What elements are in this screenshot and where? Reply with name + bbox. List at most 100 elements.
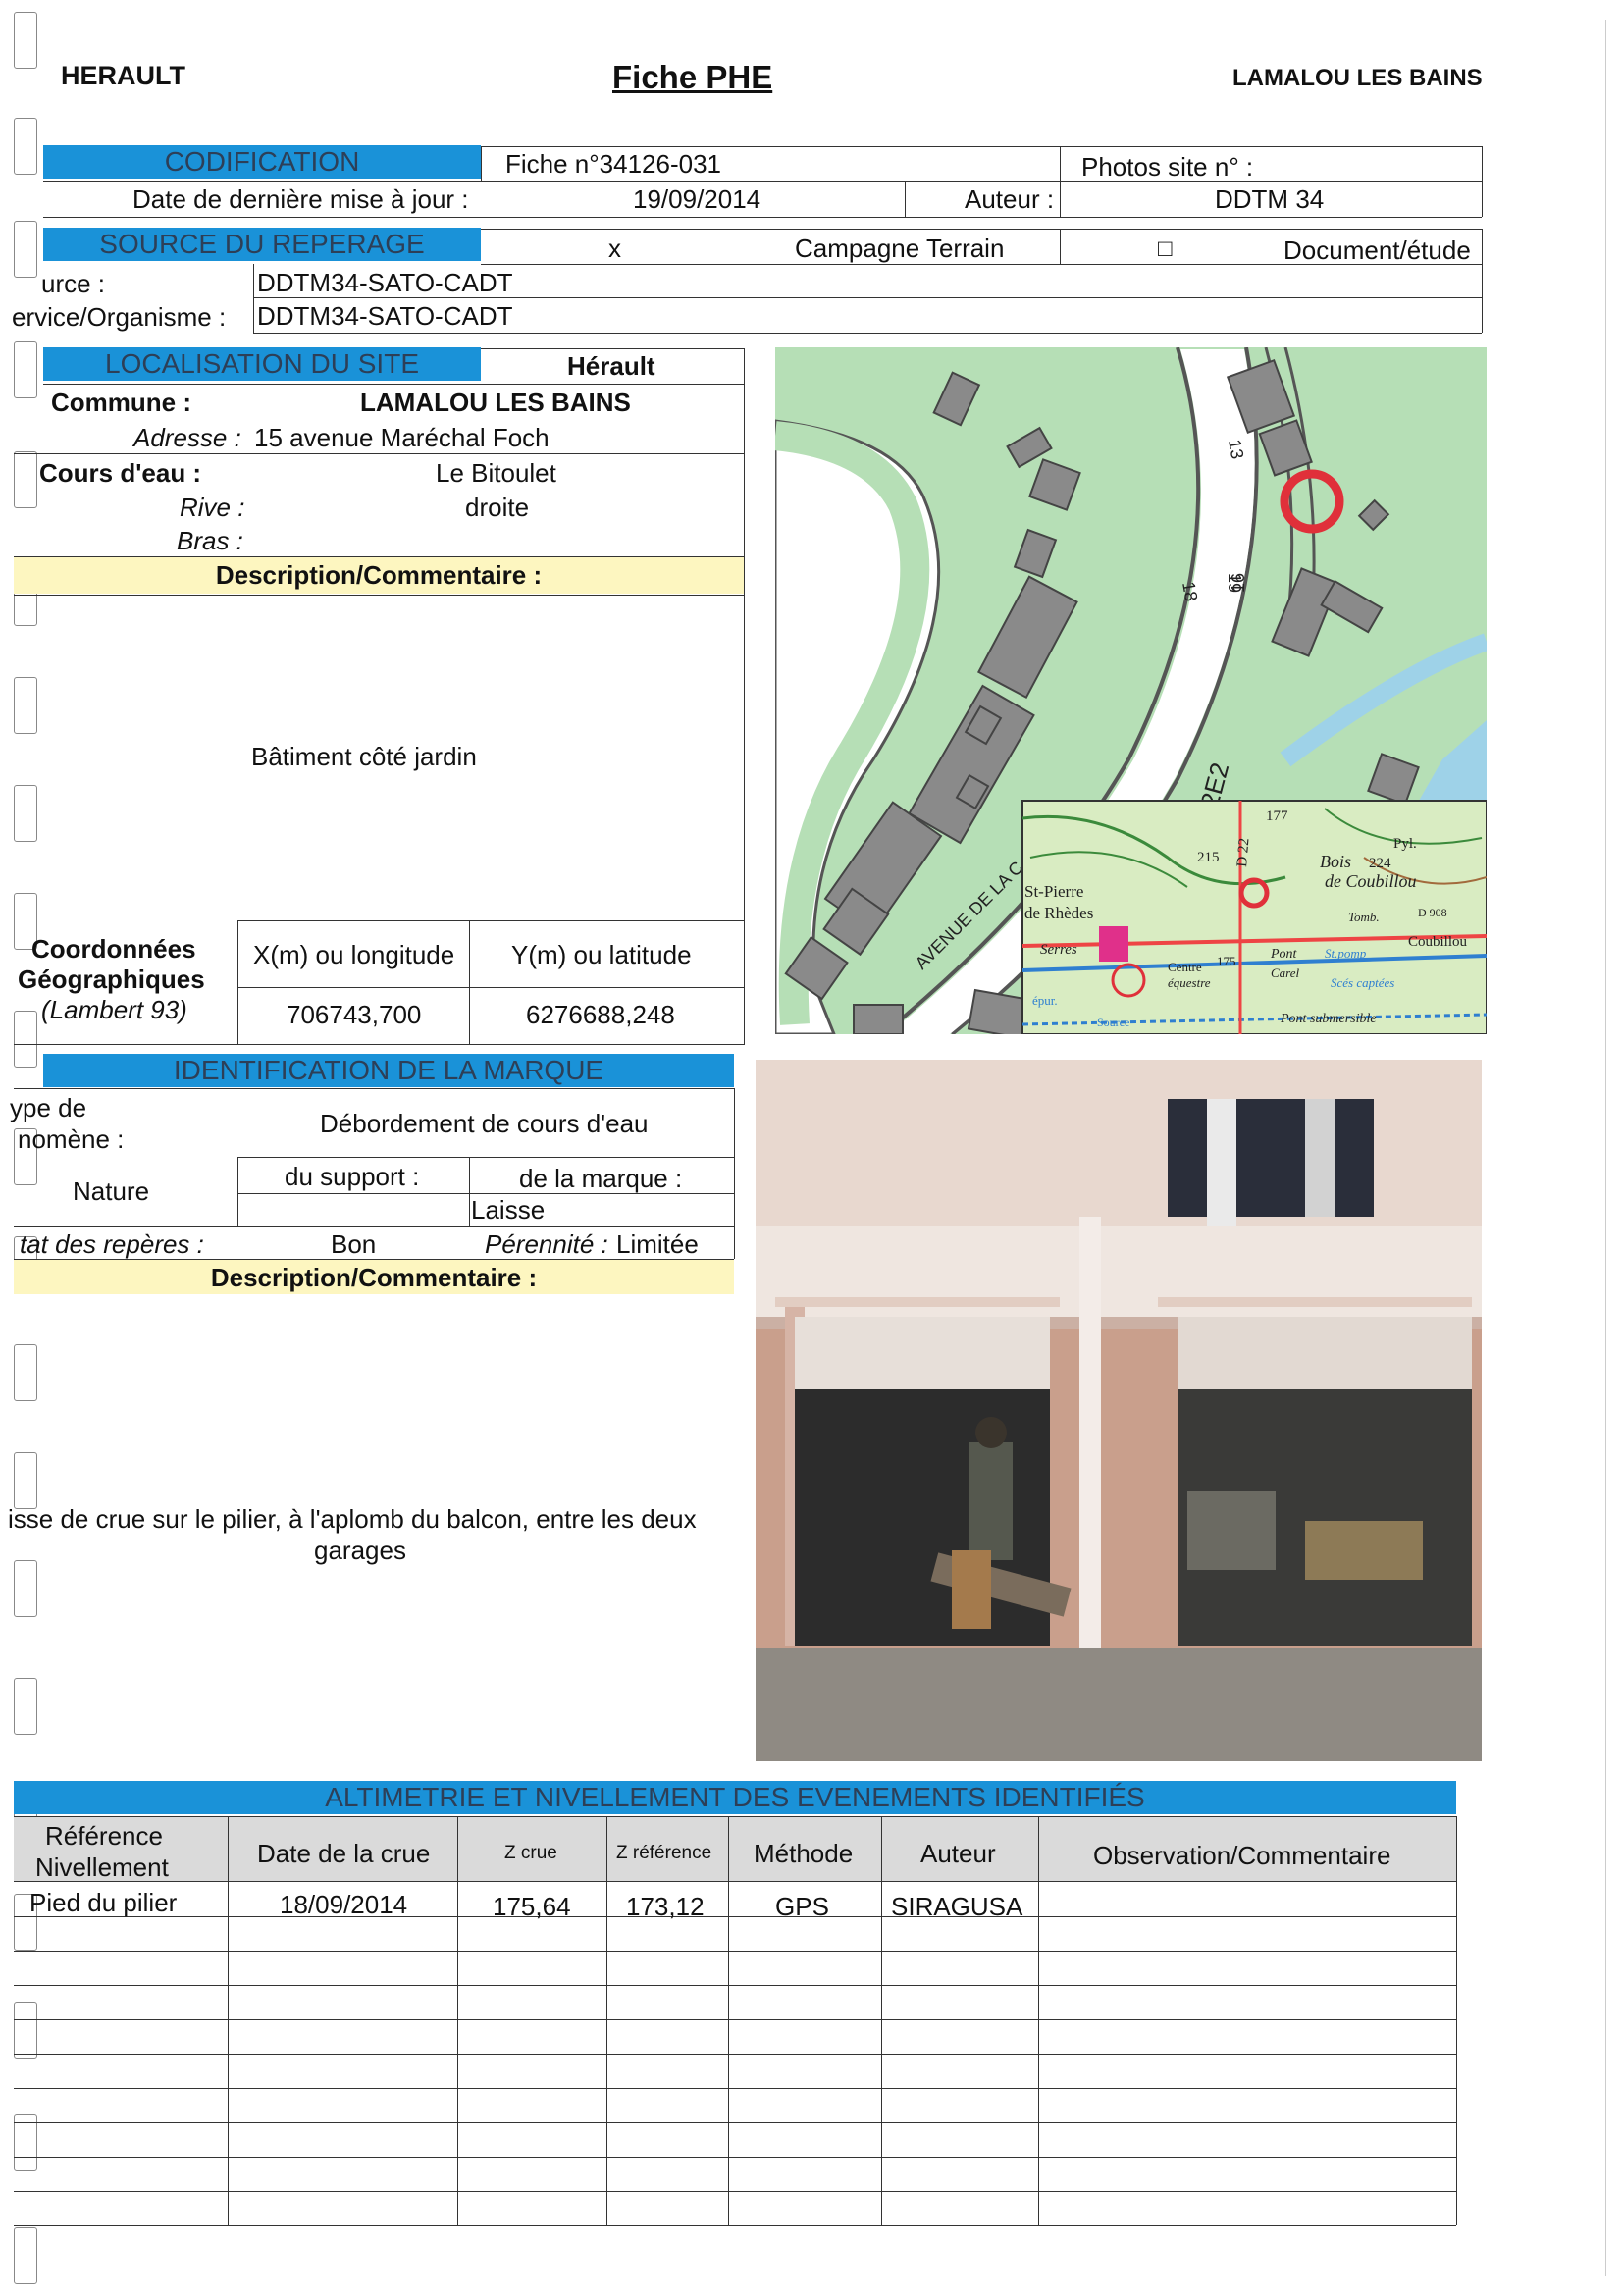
perennite-value: Limitée: [616, 1229, 699, 1259]
col-observation: Observation/Commentaire: [1093, 1841, 1391, 1870]
x-label: X(m) ou longitude: [253, 940, 455, 969]
svg-text:Pyl.: Pyl.: [1393, 836, 1417, 852]
identification-desc-line1: isse de crue sur le pilier, à l'aplomb d…: [8, 1504, 697, 1534]
binder-hole: [14, 2002, 37, 2059]
auteur-value: DDTM 34: [1215, 184, 1325, 214]
check-document: □: [1158, 235, 1173, 262]
date-label: Date de dernière mise à jour :: [132, 184, 469, 214]
support-label: du support :: [285, 1162, 420, 1191]
adresse-value: 15 avenue Maréchal Foch: [254, 423, 550, 452]
type-value: Débordement de cours d'eau: [320, 1109, 649, 1138]
coord-label-2: Géographiques: [18, 965, 205, 994]
cours-eau-value: Le Bitoulet: [436, 458, 556, 488]
binder-hole: [14, 221, 37, 278]
rive-value: droite: [465, 493, 530, 522]
col-z-crue: Z crue: [504, 1843, 557, 1863]
col-z-reference: Z référence: [616, 1843, 712, 1863]
ground: [756, 1648, 1482, 1761]
binder-hole: [14, 1344, 37, 1401]
map-label-18: 18: [1178, 580, 1201, 602]
inset-topo-map: 215 177 Bois 224 de Coubillou Pyl. St-Pi…: [1021, 800, 1487, 1034]
marque-value: Laisse: [471, 1195, 546, 1225]
commune-label: Commune :: [51, 388, 191, 417]
section-codification: CODIFICATION: [43, 145, 481, 179]
binder-hole: [14, 1452, 37, 1509]
svg-text:équestre: équestre: [1168, 975, 1211, 990]
person: [969, 1442, 1013, 1560]
laundry: [1168, 1099, 1374, 1217]
campagne-label: Campagne Terrain: [795, 234, 1005, 263]
col-reference-line2: Nivellement: [35, 1852, 169, 1882]
cours-eau-label: Cours d'eau :: [39, 458, 202, 488]
svg-text:D 908: D 908: [1418, 906, 1447, 919]
site-photo: [756, 1060, 1482, 1761]
x-value: 706743,700: [287, 1000, 422, 1029]
header-commune: LAMALOU LES BAINS: [1232, 65, 1483, 91]
binder-hole: [14, 785, 37, 842]
svg-text:St.pomp: St.pomp: [1325, 946, 1367, 961]
row-z-reference: 173,12: [626, 1892, 705, 1921]
svg-text:de Rhèdes: de Rhèdes: [1024, 904, 1093, 922]
photos-site-label: Photos site n° :: [1081, 152, 1254, 182]
section-altimetrie: ALTIMETRIE ET NIVELLEMENT DES EVENEMENTS…: [14, 1781, 1456, 1814]
binder-hole: [14, 1678, 37, 1735]
coord-label-1: Coordonnées: [31, 934, 196, 964]
y-value: 6276688,248: [526, 1000, 675, 1029]
type-label-2: nomène :: [18, 1124, 125, 1154]
svg-text:224: 224: [1369, 856, 1391, 871]
row-methode: GPS: [775, 1892, 829, 1921]
localisation-desc: Bâtiment côté jardin: [251, 742, 477, 771]
check-campagne: x: [608, 234, 621, 263]
date-value: 19/09/2014: [633, 184, 761, 214]
section-source: SOURCE DU REPERAGE: [43, 228, 481, 261]
col-reference-line1: Référence: [45, 1821, 163, 1851]
binder-hole: [14, 341, 37, 398]
commune-value: LAMALOU LES BAINS: [360, 388, 631, 417]
svg-text:St-Pierre: St-Pierre: [1024, 882, 1083, 901]
svg-text:épur.: épur.: [1032, 993, 1058, 1008]
row-auteur: SIRAGUSA: [891, 1892, 1023, 1921]
svg-text:Centre: Centre: [1168, 960, 1202, 974]
localisation-dept: Hérault: [567, 351, 655, 381]
auteur-label: Auteur :: [965, 184, 1055, 214]
section-identification: IDENTIFICATION DE LA MARQUE: [43, 1054, 734, 1087]
svg-text:de Coubillou: de Coubillou: [1325, 871, 1417, 891]
map-label-13: 13: [1225, 438, 1247, 460]
etat-value: Bon: [331, 1229, 377, 1259]
svg-text:Coubillou: Coubillou: [1408, 934, 1468, 950]
svg-text:215: 215: [1197, 850, 1220, 865]
svg-text:Source: Source: [1097, 1016, 1129, 1029]
svg-text:Carel: Carel: [1271, 965, 1300, 980]
svg-text:Bois: Bois: [1320, 852, 1351, 871]
svg-text:175: 175: [1217, 954, 1236, 968]
marque-label: de la marque :: [519, 1164, 683, 1193]
page-title: Fiche PHE: [612, 59, 773, 95]
binder-hole: [14, 1560, 37, 1617]
service-value: DDTM34-SATO-CADT: [257, 301, 513, 331]
svg-text:Pont: Pont: [1270, 947, 1298, 962]
binder-hole: [14, 451, 37, 508]
binder-hole: [14, 677, 37, 734]
identification-desc-header: Description/Commentaire :: [14, 1260, 734, 1294]
rive-label: Rive :: [180, 493, 245, 522]
svg-text:D 22: D 22: [1234, 837, 1253, 867]
perennite-label: Pérennité :: [485, 1229, 608, 1259]
col-auteur: Auteur: [920, 1839, 996, 1868]
svg-text:Tomb.: Tomb.: [1348, 910, 1380, 924]
fiche-number: Fiche n°34126-031: [505, 149, 721, 179]
row-reference: Pied du pilier: [29, 1888, 178, 1917]
binder-hole: [14, 118, 37, 175]
identification-desc-line2: garages: [314, 1536, 406, 1565]
site-map: D 22E2 AVENUE DE LA C 13 18 19 16 215 17…: [775, 347, 1487, 1034]
source-value: DDTM34-SATO-CADT: [257, 268, 513, 297]
col-date-crue: Date de la crue: [257, 1839, 431, 1868]
row-date: 18/09/2014: [280, 1890, 408, 1919]
adresse-label: Adresse :: [133, 423, 241, 452]
section-localisation: LOCALISATION DU SITE: [43, 347, 481, 381]
service-label: ervice/Organisme :: [12, 302, 227, 332]
nature-label: Nature: [73, 1176, 150, 1206]
dog: [952, 1550, 991, 1629]
source-label: urce :: [41, 269, 106, 298]
row-z-crue: 175,64: [493, 1892, 571, 1921]
svg-text:Scés captées: Scés captées: [1331, 975, 1394, 990]
